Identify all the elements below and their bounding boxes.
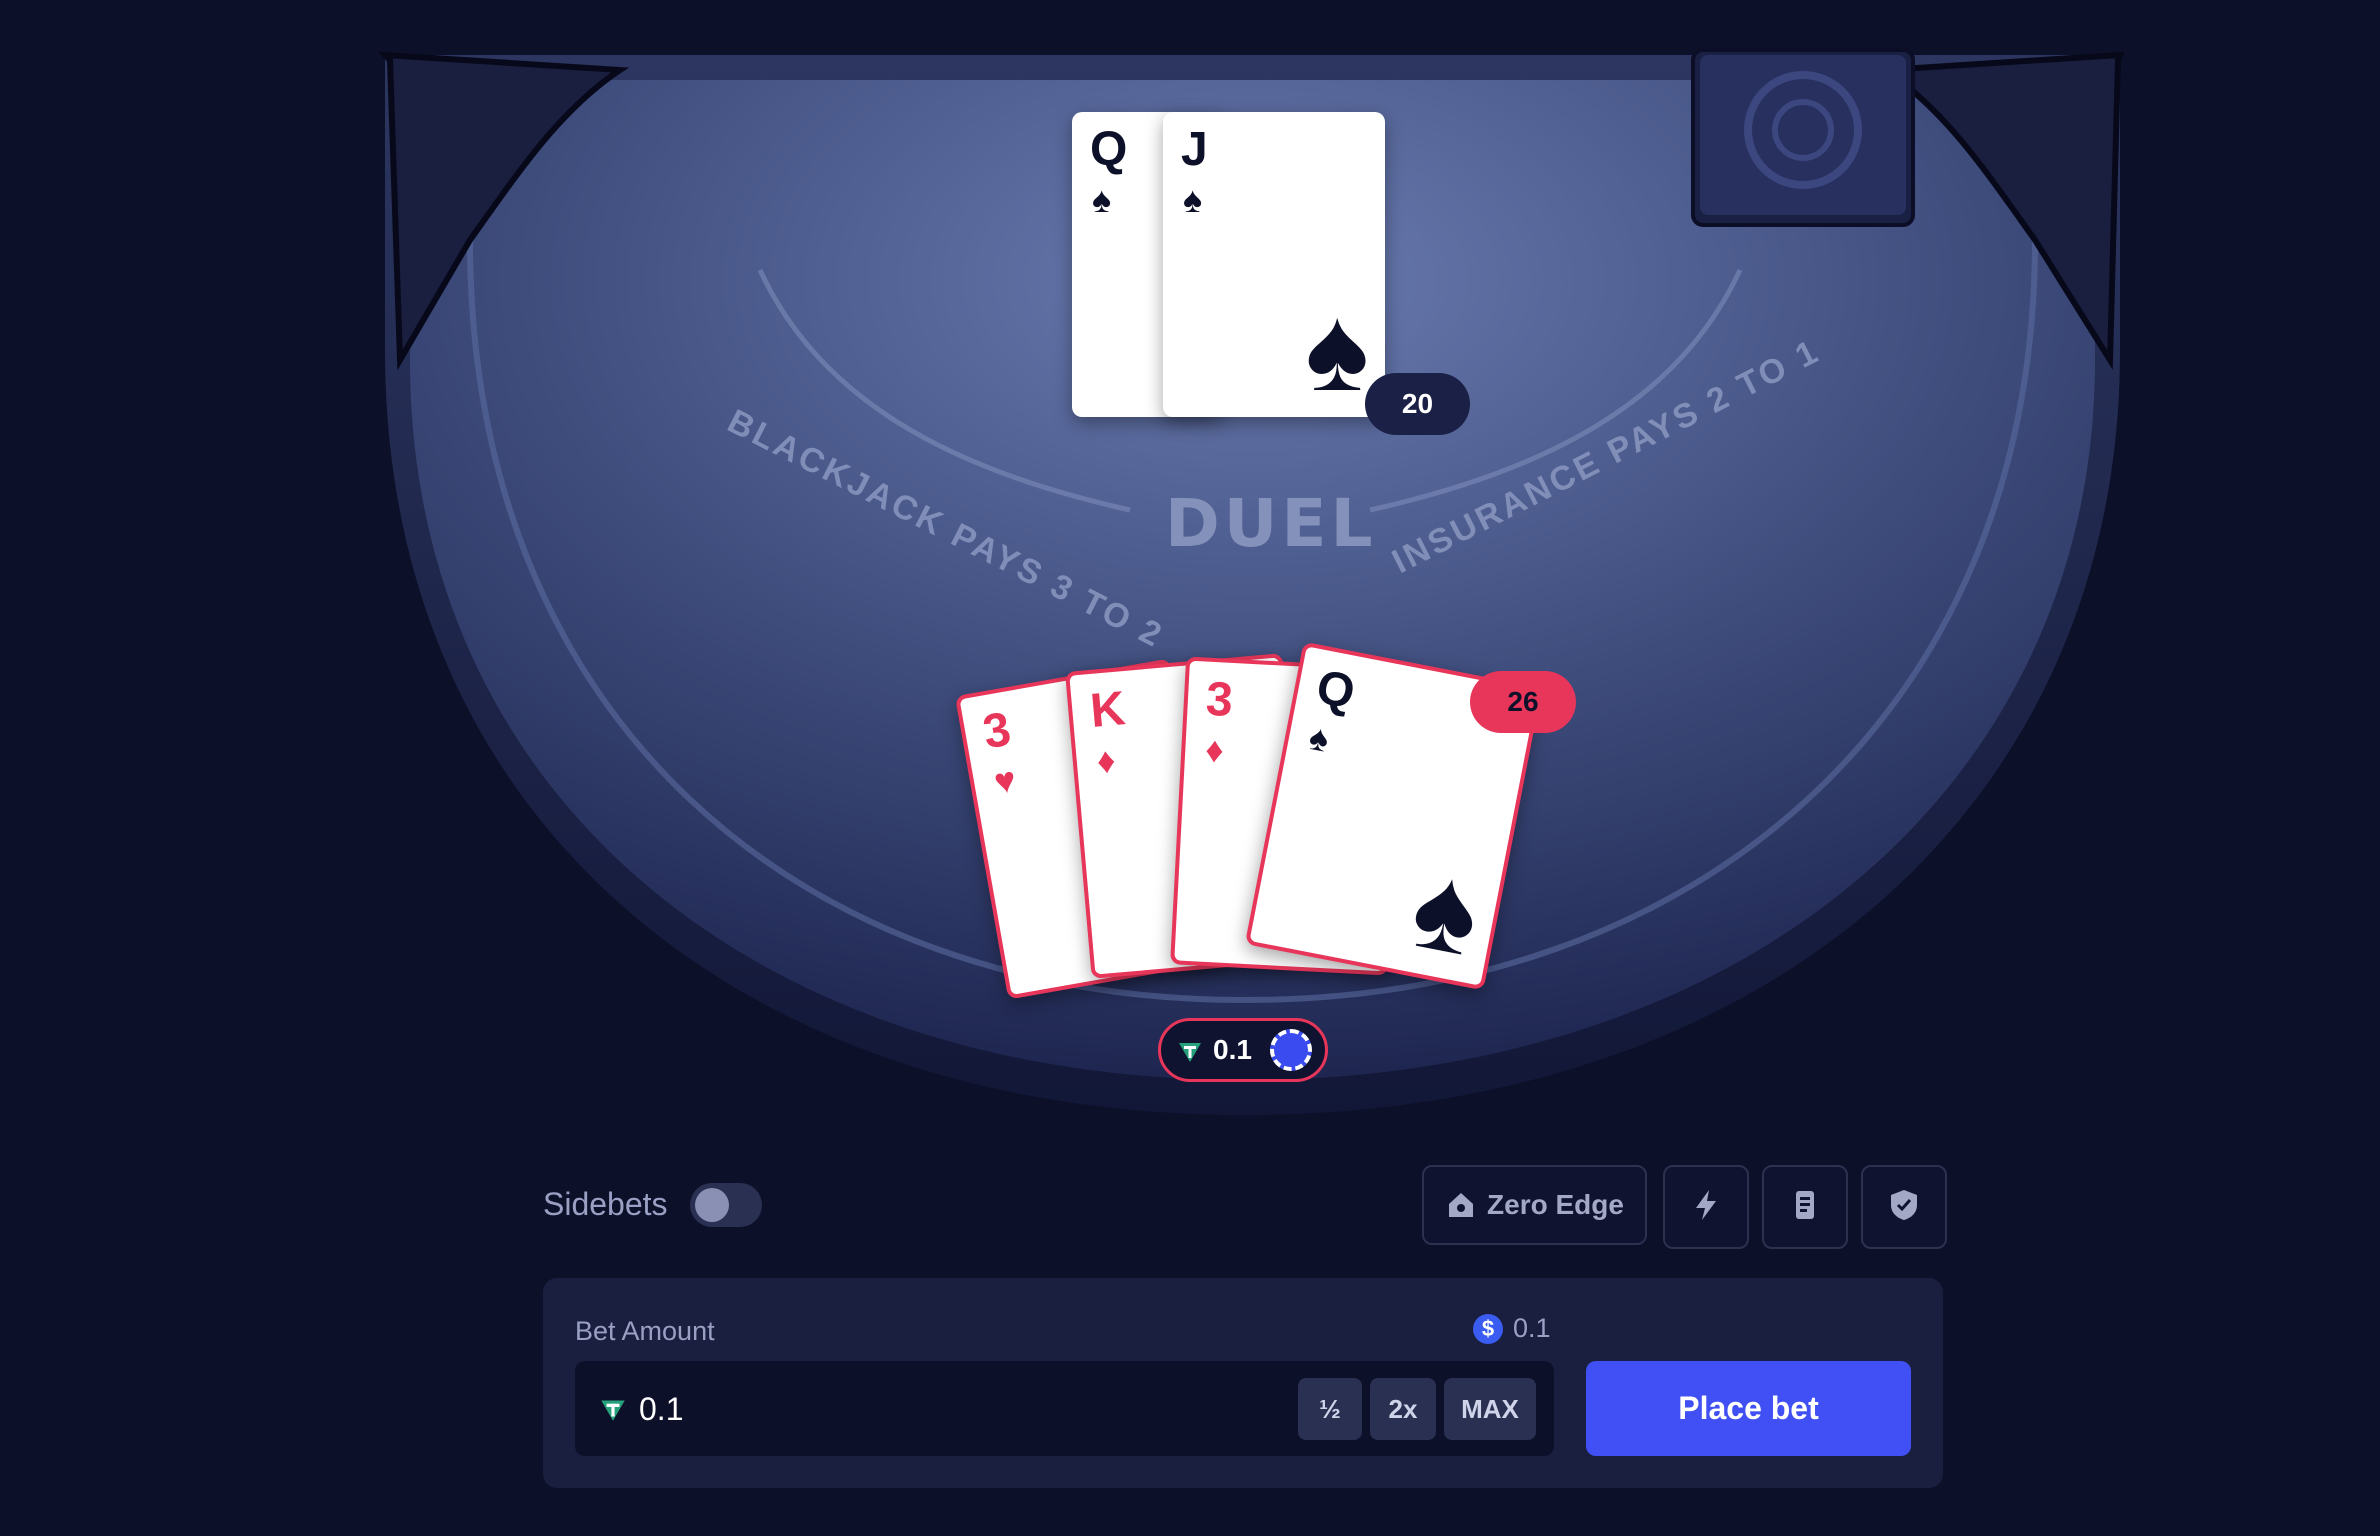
zero-edge-button[interactable]: Zero Edge (1422, 1165, 1647, 1245)
player-score-badge: 26 (1470, 671, 1576, 733)
dollar-icon: $ (1473, 1313, 1503, 1344)
history-button[interactable] (1762, 1165, 1848, 1249)
usd-value: 0.1 (1513, 1313, 1551, 1343)
heart-icon: ♥ (990, 758, 1020, 803)
double-button[interactable]: 2x (1370, 1378, 1436, 1440)
bet-amount-label: Bet Amount (575, 1316, 715, 1346)
toggle-knob (695, 1188, 729, 1222)
bet-chip-value: 0.1 (1213, 1034, 1252, 1065)
zero-edge-label: Zero Edge (1487, 1189, 1624, 1220)
fairness-button[interactable] (1861, 1165, 1947, 1249)
spade-icon: ♠ (1305, 282, 1369, 416)
tether-icon (1175, 1035, 1205, 1065)
receipt-icon (1790, 1188, 1820, 1227)
tether-icon (597, 1392, 629, 1424)
bet-panel: Bet Amount $ 0.1 0.1 ½ 2x MAX Place bet (543, 1278, 1943, 1488)
card-rank: J (1181, 123, 1208, 176)
spade-icon: ♠ (1305, 715, 1333, 760)
max-button[interactable]: MAX (1444, 1378, 1536, 1440)
card-rank: 3 (1204, 672, 1235, 727)
dealer-score-badge: 20 (1365, 373, 1470, 435)
card-rank: K (1088, 682, 1128, 738)
diamond-icon: ♦ (1204, 728, 1225, 771)
spade-icon: ♠ (1402, 837, 1491, 982)
card-rank: 3 (979, 702, 1015, 760)
shield-check-icon (1888, 1188, 1920, 1227)
lightning-button[interactable] (1663, 1165, 1749, 1249)
bet-amount-value: 0.1 (639, 1391, 684, 1427)
half-button[interactable]: ½ (1298, 1378, 1362, 1440)
duel-logo: DUEL (1165, 485, 1377, 562)
sidebets-label: Sidebets (543, 1186, 668, 1222)
diamond-icon: ♦ (1095, 739, 1117, 782)
card-rank: Q (1090, 123, 1128, 176)
house-icon (1445, 1189, 1477, 1221)
poker-chip-icon (1269, 1029, 1312, 1071)
spade-icon: ♠ (1092, 179, 1112, 220)
place-bet-button[interactable]: Place bet (1586, 1361, 1911, 1456)
bet-amount-input[interactable]: 0.1 ½ 2x MAX (575, 1361, 1554, 1456)
spade-icon: ♠ (1183, 179, 1203, 220)
usd-value-display: $ 0.1 (1473, 1313, 1551, 1344)
bet-chip-pill: 0.1 (1158, 1018, 1328, 1082)
card-rank: Q (1312, 660, 1360, 720)
lightning-icon (1691, 1188, 1721, 1227)
sidebets-toggle[interactable] (690, 1183, 762, 1227)
dealer-card: J ♠ ♠ (1163, 112, 1385, 417)
